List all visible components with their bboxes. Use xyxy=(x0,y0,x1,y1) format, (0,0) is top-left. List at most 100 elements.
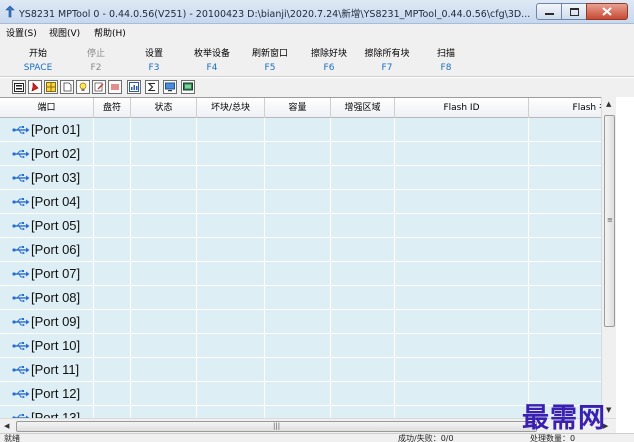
table-cell xyxy=(265,166,331,189)
refresh-window-button[interactable]: 刷新窗口 F5 xyxy=(243,46,297,73)
table-cell xyxy=(265,238,331,261)
horizontal-scroll-thumb[interactable]: ||| xyxy=(16,421,537,432)
page-icon[interactable] xyxy=(60,80,74,94)
port-label: [Port 13] xyxy=(12,410,80,418)
maximize-button[interactable] xyxy=(561,3,587,20)
table-cell xyxy=(131,382,197,405)
view-list-icon[interactable] xyxy=(12,80,26,94)
grip-icon: ||| xyxy=(273,422,281,430)
lines-icon[interactable] xyxy=(108,80,122,94)
close-button[interactable] xyxy=(586,3,628,20)
enumerate-devices-button[interactable]: 枚举设备 F4 xyxy=(185,46,239,73)
table-row[interactable]: [Port 03] xyxy=(0,166,615,190)
usb-icon xyxy=(12,221,30,230)
table-cell xyxy=(331,118,395,141)
menu-view[interactable]: 视图(V) xyxy=(49,26,80,39)
table-row[interactable]: [Port 05] xyxy=(0,214,615,238)
port-label: [Port 07] xyxy=(12,266,80,281)
table-cell xyxy=(265,262,331,285)
column-port[interactable]: 端口 xyxy=(0,98,94,118)
table-cell xyxy=(131,286,197,309)
port-name: [Port 01] xyxy=(31,122,81,137)
table-row[interactable]: [Port 06] xyxy=(0,238,615,262)
menu-settings[interactable]: 设置(S) xyxy=(6,26,37,39)
table-cell xyxy=(331,214,395,237)
vertical-scroll-thumb[interactable]: ≡ xyxy=(604,115,615,327)
table-cell xyxy=(197,310,265,333)
table-cell xyxy=(197,334,265,357)
table-cell xyxy=(331,286,395,309)
monitor-icon[interactable] xyxy=(163,80,177,94)
usb-icon xyxy=(12,125,30,134)
menu-help[interactable]: 帮助(H) xyxy=(94,26,126,39)
table-cell xyxy=(131,358,197,381)
scroll-down-icon[interactable]: ▼ xyxy=(606,406,611,414)
table-row[interactable]: [Port 09] xyxy=(0,310,615,334)
start-button[interactable]: 开始 SPACE xyxy=(11,46,65,73)
usb-icon xyxy=(12,245,30,254)
table-cell xyxy=(395,238,529,261)
command-toolbar: 开始 SPACE 停止 F2 设置 F3 枚举设备 F4 刷新窗口 F5 擦除好… xyxy=(0,40,634,77)
sigma-icon[interactable] xyxy=(145,80,159,94)
table-row[interactable]: [Port 10] xyxy=(0,334,615,358)
grid-icon[interactable] xyxy=(44,80,58,94)
pin-icon[interactable] xyxy=(28,80,42,94)
table-cell xyxy=(131,310,197,333)
table-row[interactable]: [Port 08] xyxy=(0,286,615,310)
erase-all-blocks-label: 擦除所有块 xyxy=(364,49,410,59)
table-cell xyxy=(331,190,395,213)
column-enhanced-area[interactable]: 增强区域 xyxy=(331,98,395,118)
table-cell xyxy=(94,286,131,309)
table-cell xyxy=(94,214,131,237)
column-capacity[interactable]: 容量 xyxy=(265,98,331,118)
table-row[interactable]: [Port 01] xyxy=(0,118,615,142)
table-cell xyxy=(197,406,265,418)
table-cell xyxy=(331,334,395,357)
table-cell xyxy=(94,406,131,418)
table-cell xyxy=(197,382,265,405)
minimize-button[interactable] xyxy=(536,3,562,20)
table-cell xyxy=(265,406,331,418)
table-cell xyxy=(395,214,529,237)
enumerate-devices-label: 枚举设备 xyxy=(193,49,230,59)
port-name: [Port 13] xyxy=(31,410,81,418)
erase-all-blocks-button[interactable]: 擦除所有块 F7 xyxy=(355,46,419,73)
table-row[interactable]: [Port 11] xyxy=(0,358,615,382)
table-cell xyxy=(265,214,331,237)
edit-icon[interactable] xyxy=(92,80,106,94)
erase-all-blocks-key: F7 xyxy=(381,63,393,73)
table-cell xyxy=(94,190,131,213)
scroll-up-icon[interactable]: ▲ xyxy=(606,100,611,108)
table-cell xyxy=(94,358,131,381)
refresh-window-label: 刷新窗口 xyxy=(251,49,288,59)
column-status[interactable]: 状态 xyxy=(131,98,197,118)
port-name: [Port 02] xyxy=(31,146,81,161)
stop-button[interactable]: 停止 F2 xyxy=(69,46,123,73)
column-drive[interactable]: 盘符 xyxy=(94,98,131,118)
scan-button[interactable]: 扫描 F8 xyxy=(419,46,473,73)
maximize-icon xyxy=(569,7,579,16)
bulb-icon[interactable] xyxy=(76,80,90,94)
column-bad-total[interactable]: 坏块/总块 xyxy=(197,98,265,118)
scroll-left-icon[interactable]: ◀ xyxy=(4,422,9,430)
vertical-scrollbar[interactable]: ▲ ≡ ▼ xyxy=(601,97,616,418)
table-row[interactable]: [Port 02] xyxy=(0,142,615,166)
display-icon[interactable] xyxy=(181,80,195,94)
column-flash-id[interactable]: Flash ID xyxy=(395,98,529,118)
table-cell xyxy=(395,118,529,141)
table-row[interactable]: [Port 04] xyxy=(0,190,615,214)
port-label: [Port 08] xyxy=(12,290,80,305)
stop-key: F2 xyxy=(90,63,102,73)
port-label: [Port 12] xyxy=(12,386,80,401)
port-name: [Port 06] xyxy=(31,242,81,257)
usb-icon xyxy=(12,317,30,326)
grip-icon: ≡ xyxy=(607,216,613,224)
erase-good-blocks-button[interactable]: 擦除好块 F6 xyxy=(302,46,356,73)
usb-icon xyxy=(12,197,30,206)
chart-icon[interactable] xyxy=(127,80,141,94)
table-cell xyxy=(131,238,197,261)
settings-button[interactable]: 设置 F3 xyxy=(127,46,181,73)
start-key: SPACE xyxy=(23,63,53,73)
table-row[interactable]: [Port 07] xyxy=(0,262,615,286)
table-cell xyxy=(197,262,265,285)
